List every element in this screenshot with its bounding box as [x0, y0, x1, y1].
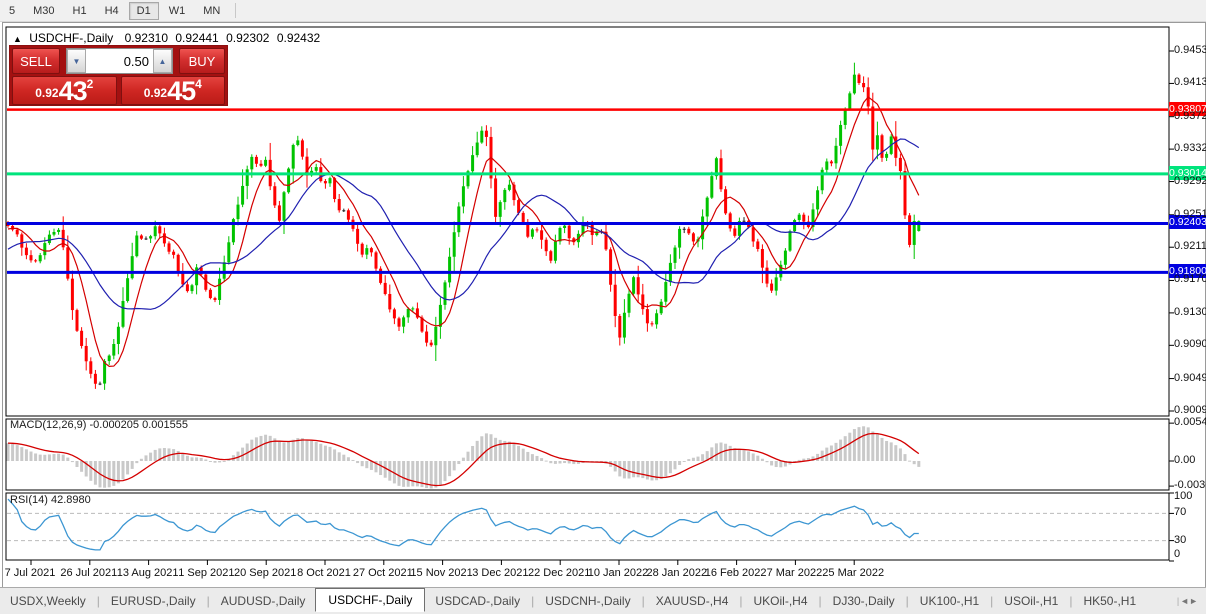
chart-symbol-header: ▲ USDCHF-,Daily 0.92310 0.92441 0.92302 … — [13, 31, 320, 45]
macd-axis-label: 0.005489 — [1174, 416, 1206, 428]
rsi-axis-label: 0 — [1174, 548, 1180, 560]
date-axis-label: 28 Jan 2022 — [647, 567, 708, 579]
date-axis-label: 3 Dec 2021 — [472, 567, 528, 579]
date-axis-label: 7 Mar 2022 — [767, 567, 823, 579]
date-axis-label: 13 Aug 2021 — [117, 567, 179, 579]
chart-tab-dj30-daily[interactable]: DJ30-,Daily — [823, 590, 905, 612]
price-axis-label: 0.93320 — [1174, 142, 1206, 154]
price-axis-label: 0.94130 — [1174, 76, 1206, 88]
chart-tab-usdx-weekly[interactable]: USDX,Weekly — [0, 590, 96, 612]
chart-tab-audusd-daily[interactable]: AUDUSD-,Daily — [211, 590, 316, 612]
chart-tab-eurusd-daily[interactable]: EURUSD-,Daily — [101, 590, 206, 612]
chart-tab-bar: USDX,Weekly|EURUSD-,Daily|AUDUSD-,DailyU… — [0, 587, 1206, 614]
trading-app-window: 5M30H1H4D1W1MN ▲ USDCHF-,Daily 0.92310 0… — [0, 0, 1206, 613]
rsi-indicator-label: RSI(14) 42.8980 — [10, 494, 91, 506]
price-axis-label: 0.92510 — [1174, 208, 1206, 220]
sell-price-big-digits: 43 — [59, 79, 87, 103]
chart-window: ▲ USDCHF-,Daily 0.92310 0.92441 0.92302 … — [2, 22, 1206, 588]
ohlc-high: 0.92441 — [175, 31, 218, 45]
chart-tab-ukoil-h4[interactable]: UKOil-,H4 — [744, 590, 818, 612]
rsi-value: 42.8980 — [51, 494, 91, 506]
date-axis-label: 25 Mar 2022 — [822, 567, 884, 579]
price-axis-label: 0.91700 — [1174, 273, 1206, 285]
buy-button[interactable]: BUY — [179, 48, 225, 74]
buy-price-big-digits: 45 — [167, 79, 195, 103]
date-axis-label: 7 Jul 2021 — [5, 567, 56, 579]
chart-tab-usdcad-daily[interactable]: USDCAD-,Daily — [425, 590, 530, 612]
buy-price-display[interactable]: 0.92 45 4 — [121, 76, 226, 105]
macd-indicator-label: MACD(12,26,9) -0.000205 0.001555 — [10, 419, 188, 431]
chart-tab-xauusd-h4[interactable]: XAUUSD-,H4 — [646, 590, 739, 612]
volume-increase-button[interactable]: ▲ — [153, 49, 172, 73]
date-axis-label: 16 Feb 2022 — [705, 567, 767, 579]
price-axis-label: 0.93720 — [1174, 110, 1206, 122]
buy-price-prefix: 0.92 — [144, 86, 167, 100]
chart-tab-usoil-h1[interactable]: USOil-,H1 — [994, 590, 1068, 612]
volume-input[interactable] — [86, 49, 153, 73]
price-axis-label: 0.91300 — [1174, 306, 1206, 318]
rsi-axis-label: 70 — [1174, 506, 1186, 518]
sell-price-prefix: 0.92 — [35, 86, 58, 100]
price-axis-label: 0.90490 — [1174, 372, 1206, 384]
chart-symbol-label: USDCHF-,Daily — [29, 31, 113, 45]
ohlc-close: 0.92432 — [277, 31, 320, 45]
price-axis-label: 0.92920 — [1174, 175, 1206, 187]
price-axis-label: 0.90900 — [1174, 338, 1206, 350]
date-axis-label: 8 Oct 2021 — [297, 567, 351, 579]
date-axis-label: 15 Nov 2021 — [410, 567, 472, 579]
sell-button[interactable]: SELL — [12, 48, 60, 74]
sell-price-display[interactable]: 0.92 43 2 — [12, 76, 117, 105]
one-click-trade-panel: SELL ▼ ▲ BUY 0.92 43 2 0.92 45 4 — [9, 45, 228, 106]
ohlc-open: 0.92310 — [125, 31, 168, 45]
rsi-axis-label: 100 — [1174, 490, 1192, 502]
price-axis-label: 0.92110 — [1174, 240, 1206, 252]
price-axis-label: 0.94530 — [1174, 44, 1206, 56]
collapse-panel-icon[interactable]: ▲ — [13, 34, 22, 44]
chart-tab-uk100-h1[interactable]: UK100-,H1 — [910, 590, 989, 612]
rsi-axis-label: 30 — [1174, 534, 1186, 546]
tab-scroll-right-icon[interactable]: ► — [1189, 596, 1198, 606]
tab-scroll-arrows: |◄► — [1176, 596, 1206, 606]
date-axis-label: 1 Sep 2021 — [178, 567, 234, 579]
date-axis-label: 10 Jan 2022 — [588, 567, 649, 579]
sell-price-pip-digit: 2 — [87, 77, 94, 91]
macd-signal-value: 0.001555 — [142, 419, 188, 431]
macd-main-value: -0.000205 — [89, 419, 139, 431]
tab-scroll-left-icon[interactable]: ◄ — [1180, 596, 1189, 606]
chart-tab-hk50-h1[interactable]: HK50-,H1 — [1073, 590, 1146, 612]
price-axis-label: 0.90090 — [1174, 404, 1206, 416]
date-axis-label: 20 Sep 2021 — [234, 567, 296, 579]
macd-axis-label: 0.00 — [1174, 454, 1195, 466]
volume-stepper: ▼ ▲ — [66, 48, 173, 74]
date-axis-label: 27 Oct 2021 — [353, 567, 413, 579]
volume-decrease-button[interactable]: ▼ — [67, 49, 86, 73]
buy-price-pip-digit: 4 — [195, 77, 202, 91]
chart-tab-usdchf-daily[interactable]: USDCHF-,Daily — [315, 588, 425, 612]
date-axis-label: 22 Dec 2021 — [528, 567, 590, 579]
ohlc-low: 0.92302 — [226, 31, 269, 45]
date-axis-label: 26 Jul 2021 — [60, 567, 117, 579]
chart-tab-usdcnh-daily[interactable]: USDCNH-,Daily — [535, 590, 640, 612]
